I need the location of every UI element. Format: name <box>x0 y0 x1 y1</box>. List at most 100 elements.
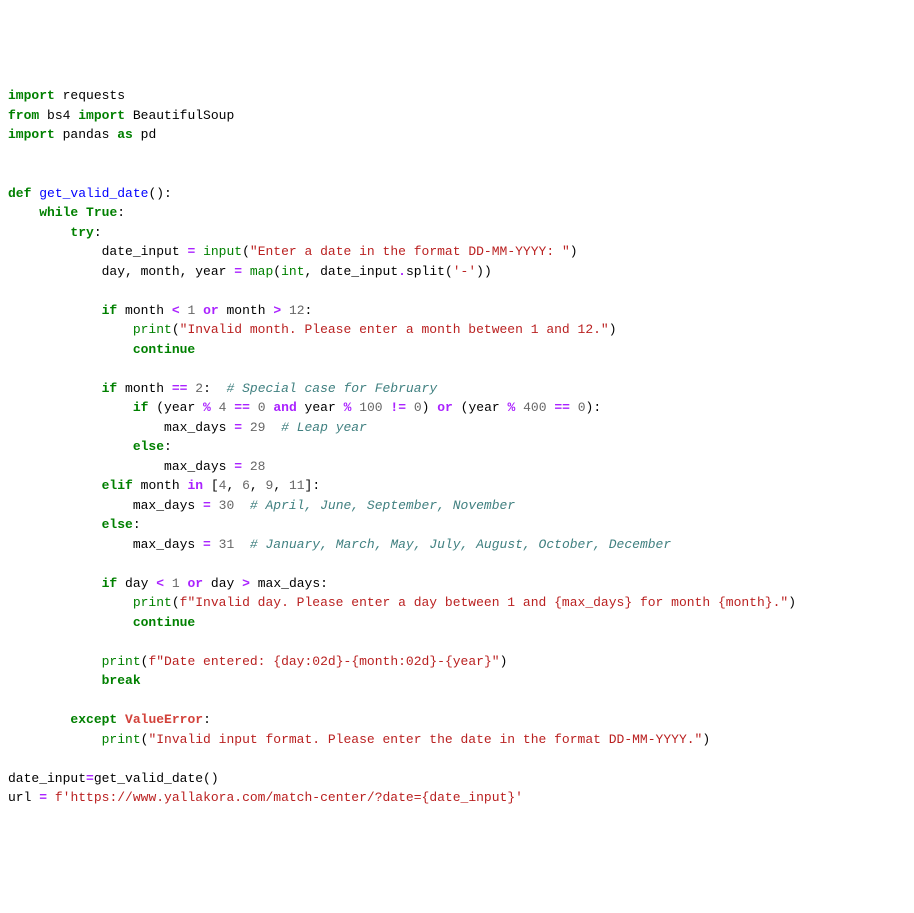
code-token <box>8 478 102 493</box>
code-token: (year <box>453 400 508 415</box>
code-token: import <box>8 127 55 142</box>
code-token: url <box>8 790 39 805</box>
code-token: ( <box>273 264 281 279</box>
code-token: {year} <box>445 654 492 669</box>
code-token: day <box>117 576 156 591</box>
code-token: : <box>305 303 313 318</box>
code-token: if <box>102 381 118 396</box>
code-token: max_days: <box>250 576 328 591</box>
code-line: import requests <box>8 86 906 106</box>
code-token <box>515 400 523 415</box>
code-token: def <box>8 186 31 201</box>
code-token <box>78 205 86 220</box>
code-token: print <box>133 595 172 610</box>
code-token: or <box>188 576 204 591</box>
code-token: day <box>203 576 242 591</box>
code-token: (): <box>148 186 171 201</box>
code-token: , <box>273 478 289 493</box>
code-token <box>8 654 102 669</box>
code-token: : <box>164 439 172 454</box>
code-token: = <box>234 459 242 474</box>
code-token: 100 <box>359 400 382 415</box>
code-token: ) <box>500 654 508 669</box>
code-line: continue <box>8 613 906 633</box>
code-token: 31 <box>219 537 235 552</box>
code-token: > <box>242 576 250 591</box>
code-token <box>211 400 219 415</box>
code-line <box>8 359 906 379</box>
code-token <box>250 400 258 415</box>
code-token <box>281 303 289 318</box>
code-token: 30 <box>219 498 235 513</box>
code-token: , <box>226 478 242 493</box>
code-token: ( <box>172 595 180 610</box>
code-token: bs4 <box>39 108 78 123</box>
code-token: ]: <box>305 478 321 493</box>
code-token: 2 <box>195 381 203 396</box>
code-token: max_days <box>8 459 234 474</box>
code-token: = <box>234 264 242 279</box>
code-token: == <box>172 381 188 396</box>
code-line: print("Invalid input format. Please ente… <box>8 730 906 750</box>
code-token: = <box>203 537 211 552</box>
code-line: max_days = 31 # January, March, May, Jul… <box>8 535 906 555</box>
code-token: # January, March, May, July, August, Oct… <box>250 537 671 552</box>
code-token: continue <box>133 615 195 630</box>
code-token: 12 <box>289 303 305 318</box>
code-token: if <box>102 303 118 318</box>
code-token: {month} <box>718 595 773 610</box>
code-token: : <box>203 712 211 727</box>
code-token: ( <box>141 654 149 669</box>
code-line: if (year % 4 == 0 and year % 100 != 0) o… <box>8 398 906 418</box>
code-token: max_days <box>8 537 203 552</box>
code-token: in <box>187 478 203 493</box>
code-token: if <box>133 400 149 415</box>
code-token: f'https://www.yallakora.com/match-center… <box>55 790 422 805</box>
code-token: ( <box>172 322 180 337</box>
code-token: = <box>39 790 47 805</box>
code-token <box>211 498 219 513</box>
code-token <box>242 264 250 279</box>
code-token: # April, June, September, November <box>250 498 515 513</box>
code-token <box>570 400 578 415</box>
code-token: split( <box>406 264 453 279</box>
code-token: 0 <box>258 400 266 415</box>
code-token <box>195 244 203 259</box>
code-token <box>8 381 102 396</box>
code-token: map <box>250 264 273 279</box>
code-token: or <box>203 303 219 318</box>
code-line: max_days = 28 <box>8 457 906 477</box>
code-token: for month <box>632 595 718 610</box>
code-token: elif <box>102 478 133 493</box>
code-line <box>8 164 906 184</box>
code-token: : <box>203 381 226 396</box>
code-token: BeautifulSoup <box>125 108 234 123</box>
code-token: month <box>219 303 274 318</box>
code-token <box>164 576 172 591</box>
code-token: max_days <box>8 420 234 435</box>
code-token: try <box>70 225 93 240</box>
code-token: # Special case for February <box>226 381 437 396</box>
code-token <box>8 517 102 532</box>
code-token <box>242 459 250 474</box>
code-token: ( <box>242 244 250 259</box>
code-token: % <box>203 400 211 415</box>
code-token <box>8 576 102 591</box>
code-token <box>8 303 102 318</box>
code-line: date_input = input("Enter a date in the … <box>8 242 906 262</box>
code-token: # Leap year <box>281 420 367 435</box>
code-token <box>8 712 70 727</box>
code-token: print <box>102 732 141 747</box>
code-token: pandas <box>55 127 117 142</box>
code-token: import <box>8 88 55 103</box>
code-token: ) <box>609 322 617 337</box>
code-token: (year <box>148 400 203 415</box>
code-token: month <box>133 478 188 493</box>
code-token: 11 <box>289 478 305 493</box>
code-token <box>47 790 55 805</box>
code-token: , <box>250 478 266 493</box>
code-token: : <box>117 205 125 220</box>
code-line: if month == 2: # Special case for Februa… <box>8 379 906 399</box>
code-token: f"Invalid day. Please enter a day betwee… <box>180 595 554 610</box>
code-token: < <box>156 576 164 591</box>
